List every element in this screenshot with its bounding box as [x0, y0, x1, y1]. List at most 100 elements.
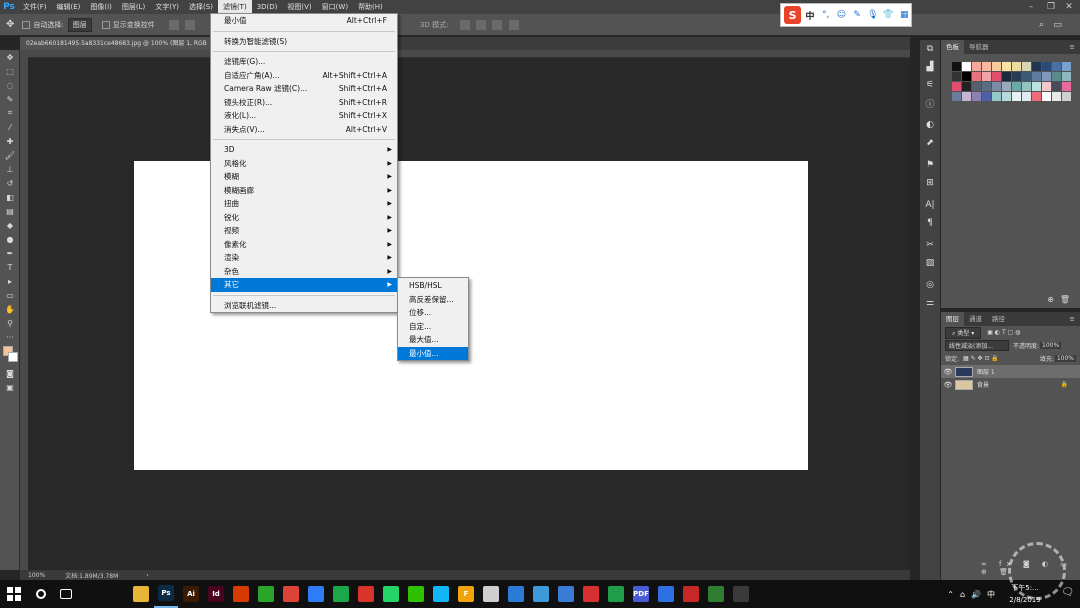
- color-swatch[interactable]: [992, 62, 1001, 71]
- quick-select-tool-icon[interactable]: ✎: [0, 92, 20, 106]
- color-swatch[interactable]: [1012, 72, 1021, 81]
- other-submenu-item[interactable]: 最大值...: [398, 333, 468, 347]
- 3d-roll-icon[interactable]: [476, 19, 487, 30]
- color-swatch[interactable]: [1042, 72, 1051, 81]
- other-submenu-item[interactable]: 最小值...: [398, 346, 468, 360]
- taskbar-pdf[interactable]: PDF: [629, 580, 653, 608]
- color-swatches[interactable]: [0, 344, 20, 366]
- emoji-icon[interactable]: ☺: [835, 6, 849, 24]
- filter-menu-item[interactable]: 锐化 ▶: [211, 211, 397, 225]
- taskbar-globe[interactable]: [529, 580, 553, 608]
- color-swatch[interactable]: [1042, 62, 1051, 71]
- zoom-level[interactable]: 100%: [28, 572, 45, 579]
- eyedropper-tool-icon[interactable]: ⁄: [0, 120, 20, 134]
- taskbar-blue-app[interactable]: [504, 580, 528, 608]
- menu-item[interactable]: 帮助(H): [353, 0, 388, 14]
- filter-menu-item[interactable]: 滤镜库(G)...: [211, 55, 397, 69]
- auto-select-checkbox[interactable]: [22, 20, 31, 29]
- color-swatch[interactable]: [1052, 92, 1061, 101]
- shape-tool-icon[interactable]: ▭: [0, 288, 20, 302]
- blend-mode-dropdown[interactable]: 线性减淡(添加...: [945, 340, 1009, 351]
- taskbar-green-app[interactable]: [604, 580, 628, 608]
- menu-item[interactable]: 窗口(W): [317, 0, 353, 14]
- tab-layers[interactable]: 图层: [941, 312, 964, 326]
- taskbar-wechat[interactable]: [404, 580, 428, 608]
- hand-tool-icon[interactable]: ✋: [0, 302, 20, 316]
- document-tab[interactable]: 02eab660181495.5a8331ce48683.jpg @ 100% …: [20, 37, 215, 50]
- align-center-icon[interactable]: [184, 19, 195, 30]
- taskbar-search[interactable]: [29, 580, 53, 608]
- filter-menu-item[interactable]: 浏览联机滤镜...: [211, 299, 397, 313]
- color-swatch[interactable]: [982, 92, 991, 101]
- minimize-icon[interactable]: –: [1022, 0, 1040, 14]
- panel-menu-icon[interactable]: ≡: [1070, 43, 1075, 51]
- move-tool-icon[interactable]: ✥: [6, 19, 14, 30]
- color-swatch[interactable]: [1022, 92, 1031, 101]
- other-submenu-item[interactable]: 高反差保留...: [398, 293, 468, 307]
- color-swatch[interactable]: [982, 72, 991, 81]
- taskbar-wps[interactable]: [354, 580, 378, 608]
- taskbar-f-app[interactable]: F: [454, 580, 478, 608]
- taskbar-send[interactable]: [554, 580, 578, 608]
- taskbar-red-app-2[interactable]: [679, 580, 703, 608]
- other-submenu-item[interactable]: 自定...: [398, 320, 468, 334]
- tool-presets-icon[interactable]: ⚑: [920, 156, 940, 174]
- 3d-icon[interactable]: ◎: [920, 276, 940, 294]
- taskbar-indesign[interactable]: Id: [204, 580, 228, 608]
- filter-menu-item[interactable]: 3D ▶: [211, 143, 397, 157]
- taskbar-task-view[interactable]: [54, 580, 78, 608]
- brushes-icon[interactable]: ▨: [920, 254, 940, 272]
- color-swatch[interactable]: [982, 62, 991, 71]
- color-swatch[interactable]: [952, 92, 961, 101]
- properties-icon[interactable]: ⚟: [920, 76, 940, 94]
- menu-item[interactable]: 滤镜(T): [217, 0, 252, 14]
- taskbar-battery-app[interactable]: [704, 580, 728, 608]
- filter-menu-item[interactable]: 模糊画廊 ▶: [211, 184, 397, 198]
- filter-menu-item[interactable]: 最小值 Alt+Ctrl+F: [211, 14, 397, 28]
- layer-filter-dropdown[interactable]: ⌕ 类型 ▾: [945, 326, 982, 339]
- color-swatch[interactable]: [962, 72, 971, 81]
- layer-row-background[interactable]: 👁 背景 🔒: [941, 378, 1080, 391]
- crop-tool-icon[interactable]: ⌗: [0, 106, 20, 120]
- menu-item[interactable]: 视图(V): [282, 0, 316, 14]
- status-arrow-icon[interactable]: ›: [146, 572, 148, 579]
- clone-source-icon[interactable]: ⊞: [920, 174, 940, 192]
- color-swatch[interactable]: [972, 72, 981, 81]
- info-icon[interactable]: ⓘ: [920, 94, 940, 112]
- screen-mode-icon[interactable]: ▣: [0, 380, 20, 394]
- filter-menu-item[interactable]: 扭曲 ▶: [211, 197, 397, 211]
- taskbar-chrome[interactable]: [279, 580, 303, 608]
- opacity-input[interactable]: 100%: [1040, 342, 1062, 349]
- styles-icon[interactable]: ⬈: [920, 134, 940, 152]
- quick-mask-icon[interactable]: ◙: [0, 366, 20, 380]
- handwriting-icon[interactable]: ✎: [850, 6, 864, 24]
- 3d-pan-icon[interactable]: [492, 19, 503, 30]
- timeline-icon[interactable]: ⚌: [920, 294, 940, 312]
- taskbar-baidu-netdisk[interactable]: [304, 580, 328, 608]
- menu-item[interactable]: 文字(Y): [150, 0, 184, 14]
- background-color[interactable]: [8, 352, 18, 362]
- visibility-eye-icon[interactable]: 👁: [941, 368, 955, 376]
- color-swatch[interactable]: [1002, 82, 1011, 91]
- menu-item[interactable]: 3D(D): [252, 0, 283, 14]
- color-swatch[interactable]: [1032, 72, 1041, 81]
- histogram-icon[interactable]: ▟: [920, 58, 940, 76]
- filter-menu-item[interactable]: 其它 ▶: [211, 278, 397, 292]
- microphone-icon[interactable]: 🎙: [866, 6, 880, 24]
- brush-settings-icon[interactable]: ✂: [920, 236, 940, 254]
- more-tools-icon[interactable]: ···: [0, 330, 20, 344]
- filter-menu-item[interactable]: 风格化 ▶: [211, 157, 397, 171]
- taskbar-calendar[interactable]: [729, 580, 753, 608]
- taskbar-illustrator[interactable]: Ai: [179, 580, 203, 608]
- lock-icons[interactable]: ▦ ✎ ✥ ⊡ 🔒: [963, 355, 999, 362]
- taskbar-pinwheel[interactable]: [79, 580, 103, 608]
- color-swatch[interactable]: [962, 82, 971, 91]
- grid-icon[interactable]: ▦: [897, 6, 911, 24]
- start-button[interactable]: [0, 580, 28, 608]
- color-swatch[interactable]: [1052, 62, 1061, 71]
- panel-menu-icon[interactable]: ≡: [1070, 315, 1075, 323]
- type-tool-icon[interactable]: T: [0, 260, 20, 274]
- blur-tool-icon[interactable]: ◆: [0, 218, 20, 232]
- eraser-tool-icon[interactable]: ◧: [0, 190, 20, 204]
- filter-menu-item[interactable]: 杂色 ▶: [211, 265, 397, 279]
